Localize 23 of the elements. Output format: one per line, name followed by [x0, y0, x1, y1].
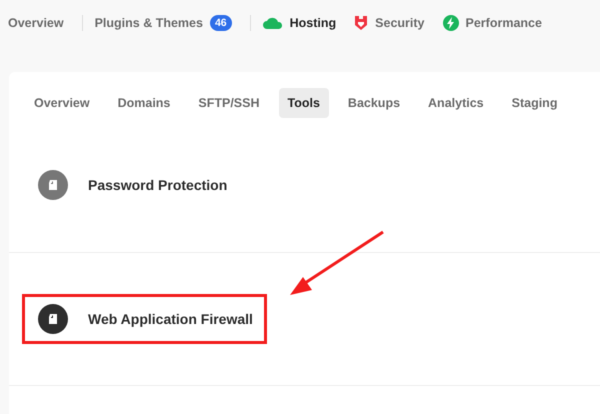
tool-name: Web Application Firewall — [88, 311, 253, 327]
highlight-box[interactable]: Web Application Firewall — [22, 294, 267, 344]
tab[interactable]: Backups — [338, 88, 410, 118]
tab[interactable]: Tools — [278, 88, 329, 118]
cloud-icon — [262, 16, 283, 28]
tool-name: Password Protection — [88, 177, 228, 193]
tab[interactable]: SFTP/SSH — [189, 88, 269, 118]
lightning-icon — [442, 14, 459, 30]
nav-link[interactable]: Performance — [442, 14, 550, 30]
nav-link[interactable]: Security — [354, 14, 433, 30]
nav-link[interactable]: Hosting — [262, 16, 344, 30]
nav-label: Performance — [466, 16, 542, 30]
tab[interactable]: Domains — [108, 88, 180, 118]
tab[interactable]: Staging — [502, 88, 566, 118]
shield-icon — [354, 14, 368, 30]
tool-item[interactable]: Password Protection — [22, 160, 242, 210]
nav-label: Plugins & Themes — [94, 16, 203, 30]
nav-label: Security — [375, 16, 425, 30]
tab[interactable]: Overview — [25, 88, 99, 118]
nav-link[interactable]: Plugins & Themes 46 — [94, 14, 240, 30]
count-badge: 46 — [210, 14, 232, 30]
nav-label: Hosting — [290, 16, 336, 30]
tab[interactable]: Analytics — [419, 88, 493, 118]
